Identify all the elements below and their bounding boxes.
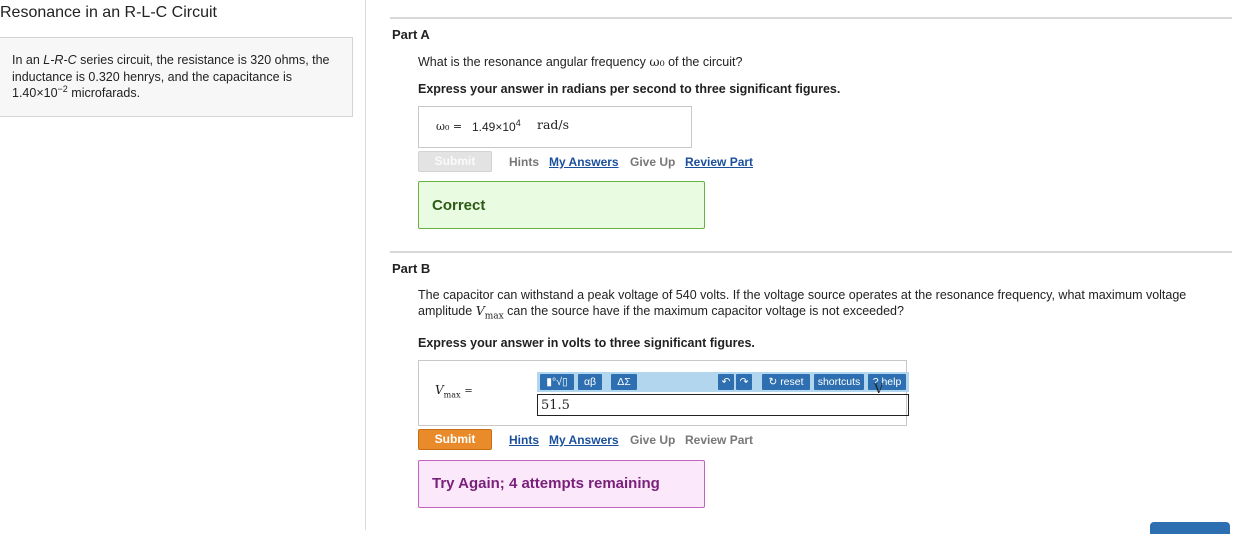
problem-text-exponent: −2	[57, 83, 68, 94]
part-a-question-pre: What is the resonance angular frequency	[418, 55, 650, 69]
part-b-submit-button[interactable]: Submit	[418, 429, 492, 450]
part-b-question: The capacitor can withstand a peak volta…	[418, 288, 1233, 325]
part-a-divider	[390, 17, 1232, 19]
part-b-instruction: Express your answer in volts to three si…	[418, 336, 755, 350]
part-a-answer-unit: rad/s	[537, 117, 570, 132]
equation-toolbar: ▮°√▯ αβ ΔΣ ↶ ↷ ↻ reset shortcuts ? help	[537, 372, 909, 392]
part-a-submit-button[interactable]: Submit	[418, 151, 492, 172]
part-a-give-up-link[interactable]: Give Up	[630, 155, 675, 169]
shortcuts-button[interactable]: shortcuts	[814, 374, 864, 390]
part-a-feedback-text: Correct	[432, 197, 486, 214]
vmax-label-symbol: V	[435, 383, 444, 397]
part-a-answer-box: ω₀ = 1.49×104 rad/s	[418, 106, 692, 148]
problem-text-italic: L-R-C	[43, 53, 77, 67]
redo-icon[interactable]: ↷	[736, 374, 752, 390]
part-b-answer-unit: V	[874, 382, 884, 397]
reset-icon: ↻	[768, 376, 781, 388]
part-b-answer-box: Vmax = ▮°√▯ αβ ΔΣ ↶ ↷ ↻ reset shortcuts …	[418, 360, 909, 426]
help-label: help	[881, 376, 902, 388]
vmax-label-equals: =	[464, 386, 473, 397]
templates-button[interactable]: ▮°√▯	[540, 374, 574, 390]
part-a-instruction: Express your answer in radians per secon…	[418, 82, 841, 96]
part-b-feedback-text: Try Again; 4 attempts remaining	[432, 475, 660, 492]
part-a-review-part-link[interactable]: Review Part	[685, 155, 753, 169]
part-b-question-line1: The capacitor can withstand a peak volta…	[418, 288, 1187, 302]
part-a-question-post: of the circuit?	[664, 55, 743, 69]
greek-letters-button[interactable]: αβ	[578, 374, 602, 390]
part-a-hints-link[interactable]: Hints	[509, 155, 539, 169]
vmax-symbol: V	[475, 303, 485, 318]
part-b-hints-link[interactable]: Hints	[509, 433, 539, 447]
part-b-question-post: can the source have if the maximum capac…	[503, 304, 904, 318]
part-a-answer-label: ω₀ =	[436, 120, 463, 133]
part-a-answer-value: 1.49×104	[472, 118, 521, 135]
part-b-question-pre: amplitude	[418, 304, 476, 318]
reset-button[interactable]: ↻ reset	[762, 374, 810, 390]
part-b-answer-label: Vmax =	[435, 383, 473, 399]
part-a-feedback: Correct	[418, 181, 705, 229]
part-a-my-answers-link[interactable]: My Answers	[549, 155, 619, 169]
part-a-title: Part A	[392, 27, 430, 42]
problem-title: Resonance in an R-L-C Circuit	[0, 4, 217, 21]
parts-panel: Part A What is the resonance angular fre…	[366, 0, 1239, 534]
problem-text-post: microfarads.	[67, 86, 141, 100]
undo-icon[interactable]: ↶	[718, 374, 734, 390]
continue-button[interactable]	[1150, 522, 1230, 534]
problem-text-pre: In an	[12, 53, 44, 67]
vmax-subscript: max	[484, 311, 504, 322]
part-a-answer-exponent: 4	[515, 118, 521, 128]
part-b-review-part-link[interactable]: Review Part	[685, 433, 753, 447]
part-b-feedback: Try Again; 4 attempts remaining	[418, 460, 705, 508]
problem-panel: Resonance in an R-L-C Circuit In an L-R-…	[0, 0, 366, 530]
part-a-question: What is the resonance angular frequency …	[418, 54, 742, 69]
part-b-title: Part B	[392, 261, 431, 276]
part-b-give-up-link[interactable]: Give Up	[630, 433, 675, 447]
part-b-my-answers-link[interactable]: My Answers	[549, 433, 619, 447]
part-b-divider	[390, 251, 1232, 253]
problem-statement-box: In an L-R-C series circuit, the resistan…	[0, 37, 353, 117]
reset-label: reset	[780, 376, 804, 388]
part-b-answer-input[interactable]: 51.5	[537, 394, 909, 416]
vmax-label-subscript: max	[443, 390, 461, 400]
omega-symbol: ω₀	[649, 54, 665, 69]
part-a-answer-mantissa: 1.49×10	[472, 120, 516, 134]
symbols-button[interactable]: ΔΣ	[611, 374, 637, 390]
problem-statement: In an L-R-C series circuit, the resistan…	[12, 52, 342, 102]
